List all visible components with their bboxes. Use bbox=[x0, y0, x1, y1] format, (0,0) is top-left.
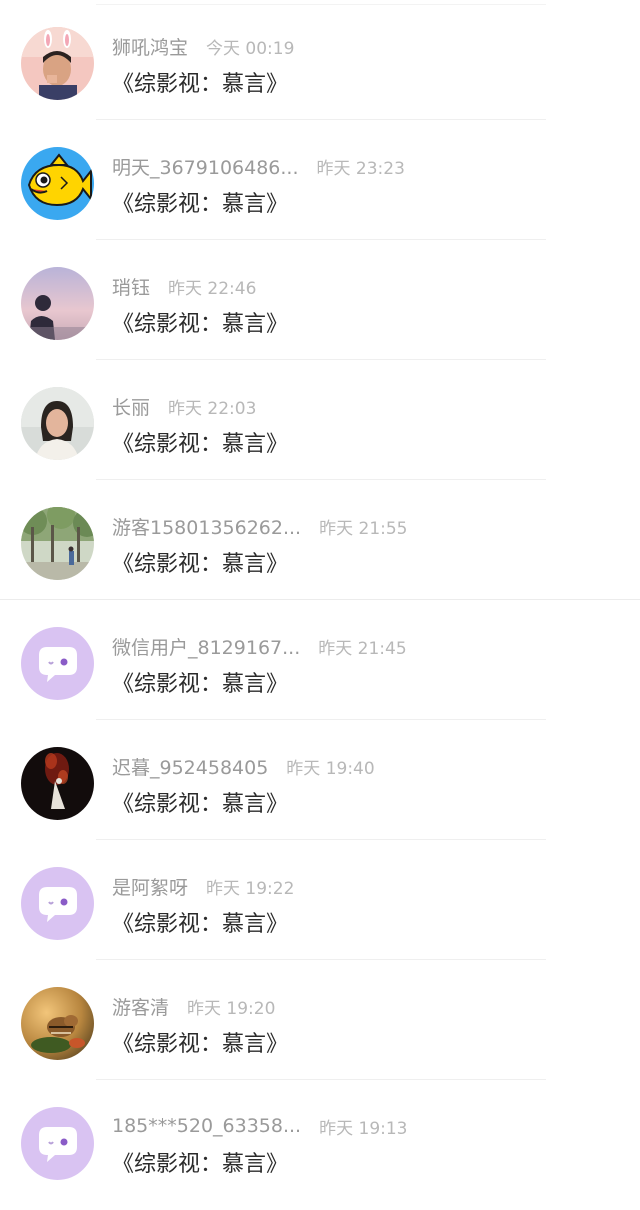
username[interactable]: 游客清 bbox=[112, 993, 169, 1020]
avatar[interactable] bbox=[21, 1107, 94, 1180]
comment-text: 《综影视：慕言》 bbox=[112, 432, 289, 457]
timestamp: 昨天 19:20 bbox=[187, 998, 276, 1019]
photo-silhouette-avatar bbox=[21, 267, 94, 340]
username[interactable]: 游客15801356262... bbox=[112, 513, 301, 540]
comment-text: 《综影视：慕言》 bbox=[112, 312, 289, 337]
timestamp: 昨天 23:23 bbox=[316, 158, 405, 179]
photo-trees-avatar bbox=[21, 507, 94, 580]
avatar[interactable] bbox=[21, 147, 94, 220]
username[interactable]: 微信用户_8129167... bbox=[112, 633, 300, 660]
avatar[interactable] bbox=[21, 387, 94, 460]
timestamp: 昨天 21:45 bbox=[318, 638, 407, 659]
chat-bubble-icon bbox=[21, 867, 94, 940]
timestamp: 昨天 21:55 bbox=[319, 518, 408, 539]
username[interactable]: 是阿絮呀 bbox=[112, 873, 188, 900]
timestamp: 昨天 22:46 bbox=[168, 278, 257, 299]
avatar[interactable] bbox=[21, 987, 94, 1060]
comment-item[interactable]: 是阿絮呀 昨天 19:22 《综影视：慕言》 bbox=[0, 840, 640, 960]
username[interactable]: 明天_3679106486... bbox=[112, 153, 299, 180]
comment-item[interactable]: 迟暮_952458405 昨天 19:40 《综影视：慕言》 bbox=[0, 720, 640, 840]
avatar[interactable] bbox=[21, 867, 94, 940]
comment-item[interactable]: 游客清 昨天 19:20 《综影视：慕言》 bbox=[0, 960, 640, 1080]
comment-meta: 明天_3679106486... 昨天 23:23 bbox=[112, 153, 405, 179]
comment-text: 《综影视：慕言》 bbox=[112, 1032, 289, 1057]
comment-meta: 迟暮_952458405 昨天 19:40 bbox=[112, 753, 375, 779]
comment-text: 《综影视：慕言》 bbox=[112, 192, 289, 217]
comment-meta: 琑钰 昨天 22:46 bbox=[112, 273, 256, 299]
comment-item[interactable]: 狮吼鸿宝 今天 00:19 《综影视：慕言》 bbox=[0, 0, 640, 120]
comment-text: 《综影视：慕言》 bbox=[112, 72, 289, 97]
comment-meta: 长丽 昨天 22:03 bbox=[112, 393, 256, 419]
comment-item[interactable]: 185***520_63358... 昨天 19:13 《综影视：慕言》 bbox=[0, 1080, 640, 1200]
comment-item[interactable]: 琑钰 昨天 22:46 《综影视：慕言》 bbox=[0, 240, 640, 360]
comment-item[interactable]: 明天_3679106486... 昨天 23:23 《综影视：慕言》 bbox=[0, 120, 640, 240]
avatar[interactable] bbox=[21, 507, 94, 580]
comment-meta: 游客15801356262... 昨天 21:55 bbox=[112, 513, 408, 539]
comment-text: 《综影视：慕言》 bbox=[112, 672, 289, 697]
username[interactable]: 琑钰 bbox=[112, 273, 150, 300]
comment-text: 《综影视：慕言》 bbox=[112, 552, 289, 577]
comment-meta: 微信用户_8129167... 昨天 21:45 bbox=[112, 633, 407, 659]
comment-meta: 狮吼鸿宝 今天 00:19 bbox=[112, 33, 294, 59]
username[interactable]: 长丽 bbox=[112, 393, 150, 420]
comment-text: 《综影视：慕言》 bbox=[112, 1152, 289, 1177]
username[interactable]: 迟暮_952458405 bbox=[112, 753, 268, 780]
photo-person-avatar bbox=[21, 27, 94, 100]
photo-woman-avatar bbox=[21, 387, 94, 460]
timestamp: 昨天 19:13 bbox=[319, 1118, 408, 1139]
comment-item[interactable]: 长丽 昨天 22:03 《综影视：慕言》 bbox=[0, 360, 640, 480]
comment-item[interactable]: 微信用户_8129167... 昨天 21:45 《综影视：慕言》 bbox=[0, 600, 640, 720]
photo-chipmunk-avatar bbox=[21, 987, 94, 1060]
timestamp: 昨天 22:03 bbox=[168, 398, 257, 419]
avatar[interactable] bbox=[21, 747, 94, 820]
comment-item[interactable]: 游客15801356262... 昨天 21:55 《综影视：慕言》 bbox=[0, 480, 640, 600]
comment-text: 《综影视：慕言》 bbox=[112, 912, 289, 937]
chat-bubble-icon bbox=[21, 627, 94, 700]
timestamp: 今天 00:19 bbox=[206, 38, 295, 59]
timestamp: 昨天 19:22 bbox=[206, 878, 295, 899]
comment-meta: 185***520_63358... 昨天 19:13 bbox=[112, 1113, 408, 1139]
avatar[interactable] bbox=[21, 27, 94, 100]
avatar[interactable] bbox=[21, 627, 94, 700]
comment-meta: 是阿絮呀 昨天 19:22 bbox=[112, 873, 294, 899]
photo-dark-figure-avatar bbox=[21, 747, 94, 820]
username[interactable]: 狮吼鸿宝 bbox=[112, 33, 188, 60]
comment-text: 《综影视：慕言》 bbox=[112, 792, 289, 817]
timestamp: 昨天 19:40 bbox=[286, 758, 375, 779]
chat-bubble-icon bbox=[21, 1107, 94, 1180]
avatar[interactable] bbox=[21, 267, 94, 340]
username[interactable]: 185***520_63358... bbox=[112, 1115, 301, 1137]
yellow-fish-icon bbox=[21, 147, 94, 220]
comment-meta: 游客清 昨天 19:20 bbox=[112, 993, 275, 1019]
